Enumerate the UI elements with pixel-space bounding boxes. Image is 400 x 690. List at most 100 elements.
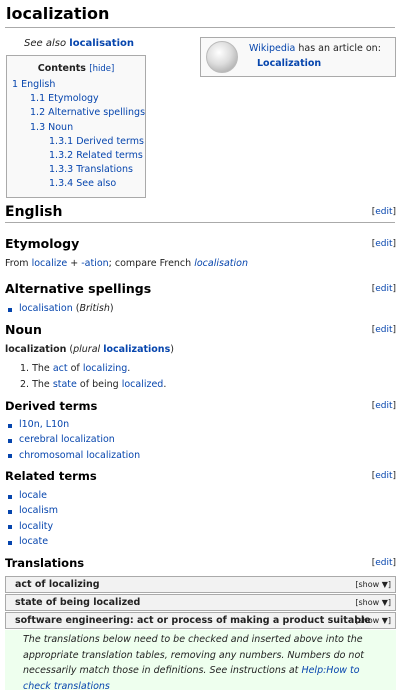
edit-derived-terms-button[interactable]: [edit] (372, 401, 396, 411)
help-link[interactable]: Help:How to (301, 665, 359, 676)
list-item: locate (5, 534, 58, 549)
plural-link[interactable]: localizations (103, 344, 170, 355)
list-item: chromosomal localization (5, 448, 140, 463)
translation-table-toggle[interactable]: software engineering: act or process of … (5, 612, 396, 629)
show-translations-button[interactable]: [show ▼] (355, 598, 391, 607)
etymology-text: From localize + -ation; compare French l… (5, 258, 248, 269)
list-item: cerebral localization (5, 432, 140, 447)
noun-headword: localization (5, 344, 66, 355)
wikipedia-globe-icon (206, 41, 238, 73)
heading-etymology: Etymology (5, 236, 79, 251)
toc-label: Translations (76, 164, 133, 175)
edit-translations-button[interactable]: [edit] (372, 558, 396, 568)
wikipedia-box-label: has an article on: (298, 43, 381, 54)
related-term-link[interactable]: localism (19, 505, 58, 516)
toc-item[interactable]: 1.3.4 See also (7, 177, 145, 191)
related-term-link[interactable]: locality (19, 521, 53, 532)
show-translations-button[interactable]: [show ▼] (355, 616, 391, 625)
list-item: l10n, L10n (5, 417, 140, 432)
edit-english-button[interactable]: [edit] (372, 207, 396, 217)
toc-num: 1.3.4 (49, 178, 73, 189)
list-item: localism (5, 503, 58, 518)
translation-table-toggle[interactable]: state of being localized [show ▼] (5, 594, 396, 611)
translation-table-label: software engineering: act or process of … (15, 615, 371, 626)
sense-link[interactable]: localized (122, 379, 164, 390)
translation-table-label: state of being localized (15, 597, 140, 608)
toc-list: 1 English 1.1 Etymology 1.2 Alternative … (7, 78, 145, 192)
translation-table-label: act of localizing (15, 579, 100, 590)
heading-english: English (5, 204, 62, 220)
toc-num: 1.3.3 (49, 164, 73, 175)
toc-item[interactable]: 1.3.1 Derived terms (7, 135, 145, 149)
toc-num: 1.1 (30, 93, 45, 104)
toc-title: Contents (38, 63, 86, 74)
noun-senses: 1. The act of localizing. 2. The state o… (20, 361, 166, 392)
toc-item[interactable]: 1.3 Noun (7, 121, 145, 135)
table-of-contents: Contents [hide] 1 English 1.1 Etymology … (6, 55, 146, 198)
toc-num: 1.3.2 (49, 150, 73, 161)
heading-alternative-spellings: Alternative spellings (5, 281, 151, 296)
related-term-link[interactable]: locale (19, 490, 47, 501)
toc-item[interactable]: 1.2 Alternative spellings (7, 106, 145, 120)
related-term-link[interactable]: locate (19, 536, 48, 547)
wikipedia-box-text: Wikipedia has an article on: Localizatio… (249, 41, 381, 71)
sense-link[interactable]: act (53, 363, 68, 374)
edit-etymology-button[interactable]: [edit] (372, 239, 396, 249)
alt-spelling-link[interactable]: localisation (19, 303, 73, 314)
etymology-link-localize[interactable]: localize (32, 258, 68, 269)
toc-item[interactable]: 1 English (7, 78, 145, 92)
show-translations-button[interactable]: [show ▼] (355, 580, 391, 589)
toc-num: 1.3 (30, 122, 45, 133)
toc-label: Related terms (76, 150, 143, 161)
toc-num: 1 (12, 79, 18, 90)
etymology-link-french[interactable]: localisation (194, 258, 248, 269)
toc-label: Derived terms (76, 136, 144, 147)
toc-item[interactable]: 1.3.2 Related terms (7, 149, 145, 163)
toc-item[interactable]: 1.1 Etymology (7, 92, 145, 106)
related-terms-list: locale localism locality locate (5, 488, 58, 550)
english-divider (5, 222, 395, 223)
page-title: localization (6, 4, 109, 23)
see-also-prefix: See also (24, 38, 66, 49)
edit-noun-button[interactable]: [edit] (372, 325, 396, 335)
see-also-link[interactable]: localisation (69, 38, 134, 49)
sense-item: 2. The state of being localized. (20, 377, 166, 393)
derived-term-link[interactable]: cerebral localization (19, 434, 115, 445)
wikipedia-article-link[interactable]: Localization (257, 56, 381, 71)
noun-headword-line: localization (plural localizations) (5, 344, 174, 355)
alt-spelling-qualifier: British (79, 303, 109, 314)
edit-related-terms-button[interactable]: [edit] (372, 471, 396, 481)
sense-link[interactable]: state (53, 379, 77, 390)
etymology-link-ation[interactable]: -ation (81, 258, 108, 269)
title-divider (5, 27, 395, 28)
toc-header: Contents [hide] (7, 63, 145, 74)
toc-label: See also (76, 178, 116, 189)
sense-item: 1. The act of localizing. (20, 361, 166, 377)
toc-num: 1.2 (30, 107, 45, 118)
toc-label: Noun (48, 122, 73, 133)
translation-table-toggle[interactable]: act of localizing [show ▼] (5, 576, 396, 593)
toc-label: Alternative spellings (48, 107, 145, 118)
heading-related-terms: Related terms (5, 469, 97, 483)
alt-spellings-list: localisation (British) (5, 301, 114, 316)
derived-term-link[interactable]: chromosomal localization (19, 450, 140, 461)
toc-num: 1.3.1 (49, 136, 73, 147)
toc-label: English (21, 79, 55, 90)
see-also-note: See also localisation (24, 38, 134, 49)
derived-terms-list: l10n, L10n cerebral localization chromos… (5, 417, 140, 463)
derived-term-link[interactable]: l10n, L10n (19, 419, 69, 430)
heading-translations: Translations (5, 556, 84, 570)
sense-link[interactable]: localizing (83, 363, 127, 374)
heading-noun: Noun (5, 322, 42, 337)
help-link-continued[interactable]: check translations (23, 679, 396, 690)
list-item: locale (5, 488, 58, 503)
translations-check-note: The translations below need to be checke… (5, 630, 396, 690)
heading-derived-terms: Derived terms (5, 399, 97, 413)
plural-label: plural (73, 344, 100, 355)
toc-hide-button[interactable]: [hide] (89, 64, 114, 74)
wikipedia-box: Wikipedia has an article on: Localizatio… (200, 37, 396, 77)
list-item: locality (5, 519, 58, 534)
toc-item[interactable]: 1.3.3 Translations (7, 163, 145, 177)
edit-alternative-spellings-button[interactable]: [edit] (372, 284, 396, 294)
wikipedia-link[interactable]: Wikipedia (249, 43, 295, 54)
